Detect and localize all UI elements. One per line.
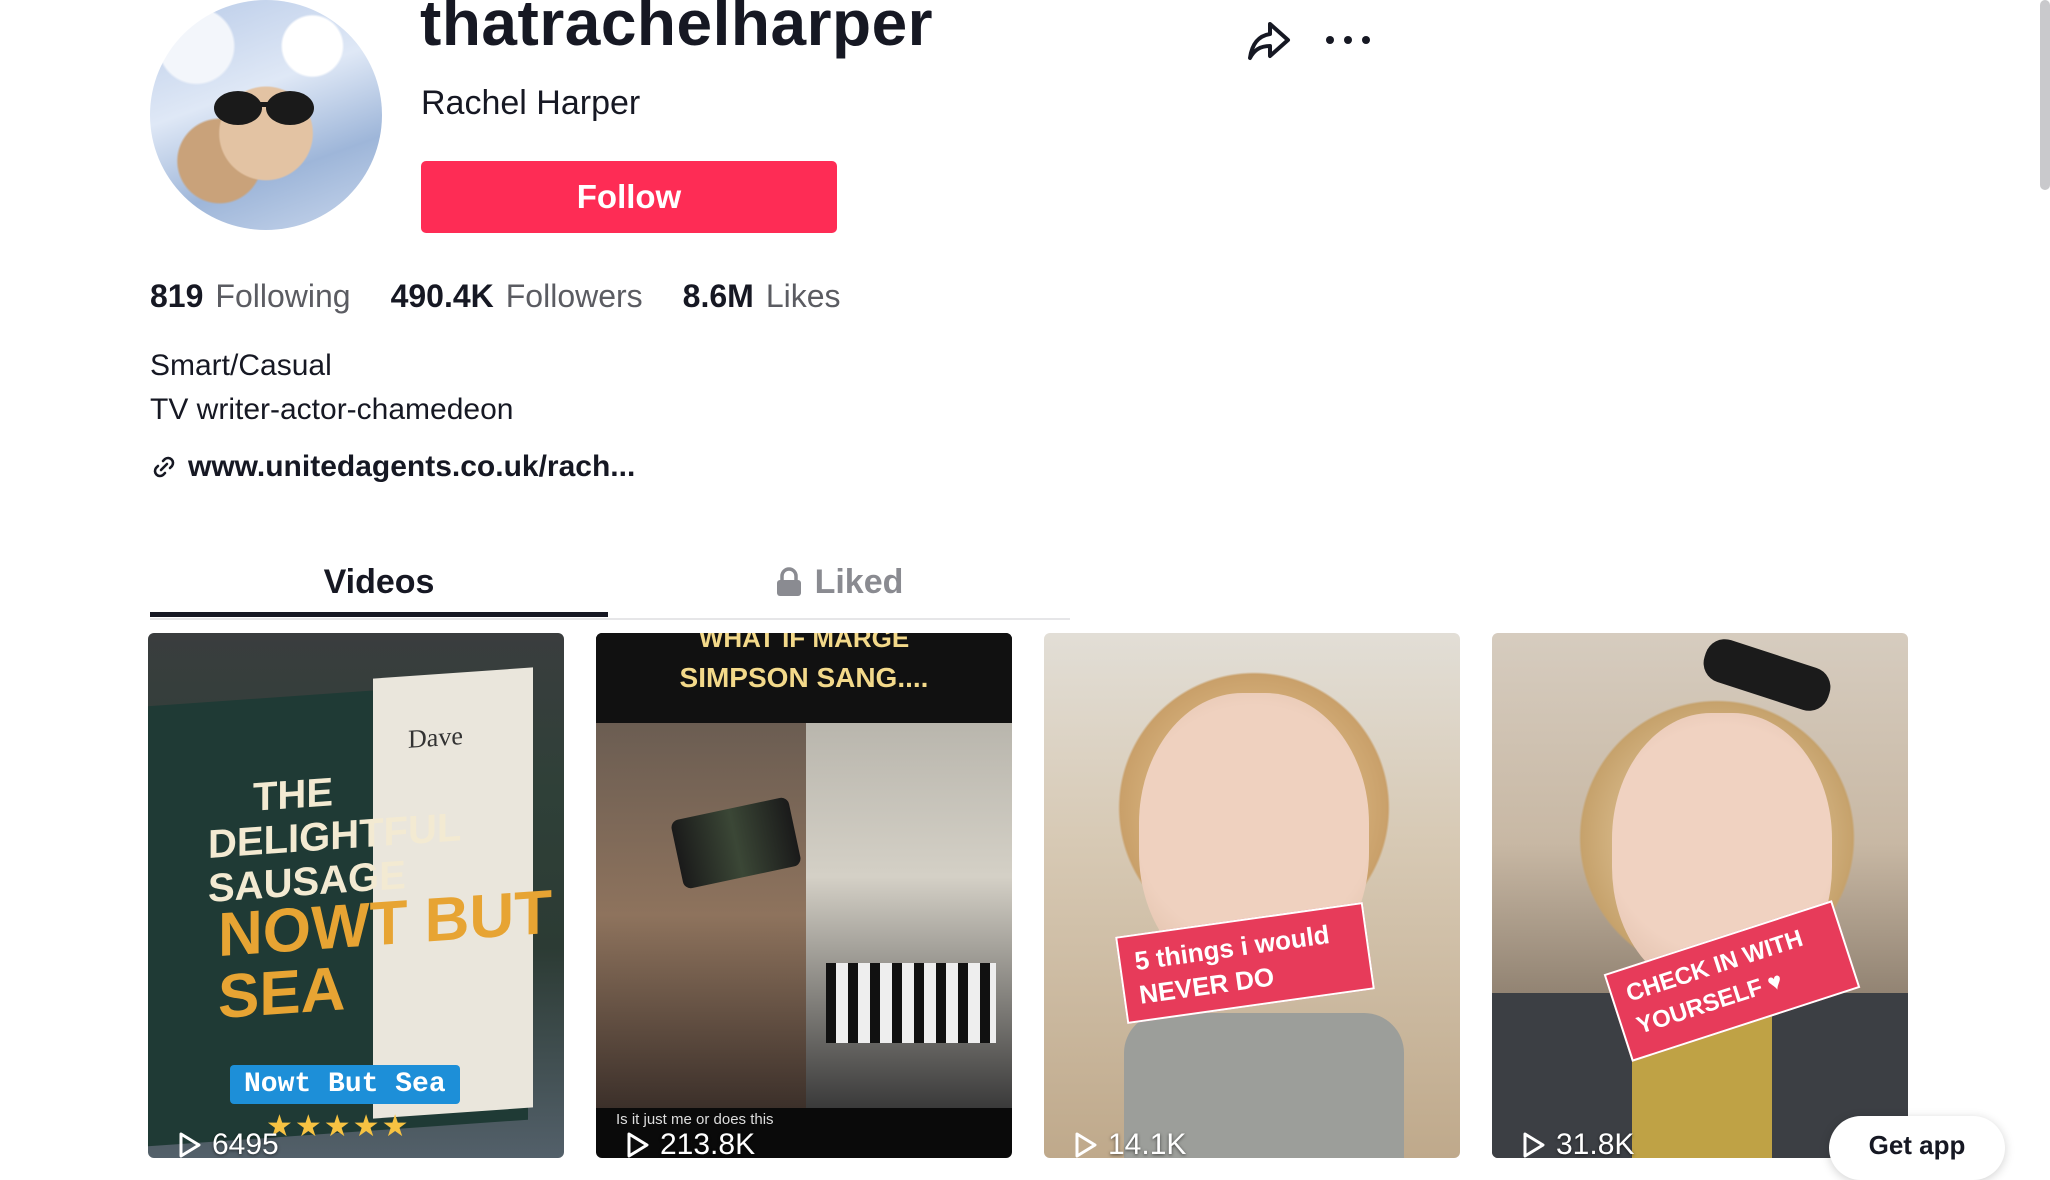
following-count: 819 [150,278,204,314]
bio-link-text[interactable]: www.unitedagents.co.uk/rach... [188,450,635,484]
profile-username: thatrachelharper [420,0,934,59]
video-card-1[interactable]: THE DELIGHTFUL SAUSAGE NOWT BUT SEA Dave… [148,633,564,1158]
lock-icon [776,567,801,596]
video-card-4[interactable]: CHECK IN WITH YOURSELF ♥ 31.8K [1492,633,1908,1158]
following-label: Following [215,278,351,314]
followers-label: Followers [505,278,643,314]
play-icon [1523,1132,1545,1158]
piano-graphic [826,963,996,1043]
profile-avatar[interactable] [150,0,382,230]
bio-link[interactable]: www.unitedagents.co.uk/rach... [150,450,635,484]
video-headline-line-2: SIMPSON SANG.... [679,662,929,693]
video-headline-line-1: WHAT IF MARGE [698,633,910,653]
likes-count: 8.6M [682,278,754,314]
likes-stat: 8.6M Likes [683,278,841,315]
profile-stats: 819 Following 490.4K Followers 8.6M Likes [150,278,841,315]
active-tab-indicator [150,612,608,617]
follow-button[interactable]: Follow [421,161,837,233]
video-card-3[interactable]: 5 things i would NEVER DO 14.1K [1044,633,1460,1158]
play-icon [627,1132,649,1158]
poster-subtitle: NOWT BUT SEA [218,877,553,1033]
more-options-icon[interactable] [1324,28,1372,52]
followers-stat[interactable]: 490.4K Followers [391,278,643,315]
play-icon [1075,1132,1097,1158]
video-frame-right [806,723,1012,1108]
bio-line-1: Smart/Casual [150,349,332,382]
tab-liked-label: Liked [814,562,904,601]
following-stat[interactable]: 819 Following [150,278,351,315]
video-headline: WHAT IF MARGE SIMPSON SANG.... [596,633,1012,723]
likes-label: Likes [765,278,841,314]
bio-line-2: TV writer-actor-chamedeon [150,393,514,426]
view-count: 14.1K [1074,1128,1186,1158]
rating-stars: ★★★★★ [266,1110,411,1143]
tab-liked[interactable]: Liked [608,546,1070,618]
view-count-text: 6495 [212,1128,279,1158]
scrollbar-thumb[interactable] [2040,0,2050,190]
video-caption: Nowt But Sea [230,1065,460,1104]
poster-brand: Dave [408,721,463,754]
video-caption: Is it just me or does this [616,1111,774,1128]
video-card-2[interactable]: WHAT IF MARGE SIMPSON SANG.... Is it jus… [596,633,1012,1158]
play-icon [179,1132,201,1158]
view-count-text: 213.8K [660,1128,756,1158]
tab-videos-label: Videos [323,562,435,601]
link-icon [153,456,175,478]
view-count: 31.8K [1522,1128,1634,1158]
tab-videos[interactable]: Videos [150,546,608,618]
profile-tabs: Videos Liked [150,546,1070,620]
profile-display-name: Rachel Harper [421,84,641,122]
view-count-text: 14.1K [1108,1128,1187,1158]
view-count: 213.8K [626,1128,755,1158]
sunglasses-graphic [214,91,314,125]
followers-count: 490.4K [390,278,494,314]
poster-title: THE DELIGHTFUL SAUSAGE [208,770,462,911]
view-count: 6495 [178,1128,279,1158]
view-count-text: 31.8K [1556,1128,1635,1158]
video-frame-left [596,723,806,1108]
get-app-button[interactable]: Get app [1829,1116,2005,1180]
share-icon[interactable] [1244,16,1294,66]
